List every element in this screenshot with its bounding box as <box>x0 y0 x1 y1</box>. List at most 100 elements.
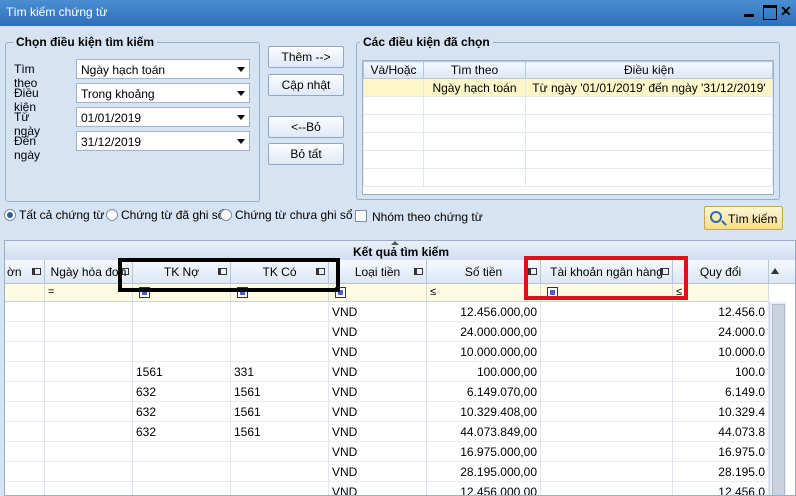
cell-debit-account: 632 <box>133 402 231 422</box>
chevron-down-icon[interactable] <box>233 60 249 78</box>
table-row[interactable]: 1561 331 VND 100.000,00 100.0 <box>5 362 769 382</box>
cell-bank-account <box>541 322 673 342</box>
filter-operator[interactable]: ≤ <box>430 286 436 298</box>
radio-dot[interactable] <box>220 209 232 221</box>
cell-invoice-date <box>45 302 133 322</box>
filter-operator[interactable]: = <box>48 286 54 298</box>
col-search-by[interactable]: Tìm theo <box>423 61 526 79</box>
chevron-down-icon[interactable] <box>233 108 249 126</box>
radio-dot[interactable] <box>4 209 16 221</box>
table-row[interactable]: VND 12.456.000,00 12.456.0 <box>5 302 769 322</box>
cell-voucher <box>5 302 45 322</box>
cell-credit-account <box>231 462 329 482</box>
cell-amount: 44.073.849,00 <box>427 422 541 442</box>
cell-amount: 6.149.070,00 <box>427 382 541 402</box>
close-icon[interactable]: ✕ <box>780 4 794 18</box>
table-row[interactable]: 632 1561 VND 10.329.408,00 10.329.4 <box>5 402 769 422</box>
cell-voucher <box>5 322 45 342</box>
group-by-voucher-label: Nhóm theo chứng từ <box>372 210 483 224</box>
radio-label: Chứng từ đã ghi sổ <box>121 208 225 222</box>
table-row[interactable]: 632 1561 VND 44.073.849,00 44.073.8 <box>5 422 769 442</box>
cell-amount: 28.195.000,00 <box>427 462 541 482</box>
cell-and-or <box>363 78 424 97</box>
condition-dropdown[interactable]: Trong khoảng <box>76 83 250 103</box>
filter-cell[interactable] <box>5 284 45 302</box>
cell-invoice-date <box>45 322 133 342</box>
cell-debit-account: 632 <box>133 422 231 442</box>
remove-all-button[interactable]: Bỏ tất <box>268 143 344 165</box>
selected-conditions-grid[interactable]: Và/Hoặc Tìm theo Điều kiện Ngày hạch toá… <box>362 60 774 195</box>
cell-search-by: Ngày hạch toán <box>423 78 526 97</box>
from-date-picker[interactable]: 01/01/2019 <box>76 107 250 127</box>
cell-currency: VND <box>329 462 427 482</box>
table-row[interactable] <box>363 96 773 115</box>
search-condition-group: Chọn điều kiện tìm kiếm Tìm theo Ngày hạ… <box>5 35 260 202</box>
table-row[interactable] <box>363 168 773 187</box>
collapse-icon[interactable] <box>391 241 399 245</box>
cell-currency: VND <box>329 302 427 322</box>
cell-bank-account <box>541 402 673 422</box>
cell-bank-account <box>541 462 673 482</box>
group-by-voucher-checkbox[interactable] <box>355 210 367 222</box>
table-row[interactable] <box>363 132 773 151</box>
chevron-down-icon[interactable] <box>233 84 249 102</box>
cell-currency: VND <box>329 422 427 442</box>
from-date-value: 01/01/2019 <box>81 111 142 125</box>
pin-icon[interactable] <box>32 268 41 275</box>
table-row[interactable] <box>363 114 773 133</box>
pin-icon[interactable] <box>414 268 423 275</box>
scroll-thumb[interactable] <box>772 304 785 495</box>
window-title: Tìm kiếm chứng từ <box>6 5 108 19</box>
cell-invoice-date <box>45 442 133 462</box>
table-row[interactable] <box>363 150 773 169</box>
cell-voucher <box>5 382 45 402</box>
search-by-value: Ngày hạch toán <box>81 63 166 77</box>
cell-bank-account <box>541 342 673 362</box>
cell-bank-account <box>541 442 673 462</box>
cell-invoice-date <box>45 422 133 442</box>
cell-amount: 16.975.000,00 <box>427 442 541 462</box>
cell-credit-account: 331 <box>231 362 329 382</box>
cell-condition: Từ ngày '01/01/2019' đến ngày '31/12/201… <box>525 78 773 97</box>
chevron-down-icon[interactable] <box>233 132 249 150</box>
col-header-voucher[interactable]: ờn <box>5 260 45 284</box>
minimize-icon[interactable] <box>742 4 756 18</box>
table-row[interactable]: VND 16.975.000,00 16.975.0 <box>5 442 769 462</box>
cell-amount: 24.000.000,00 <box>427 322 541 342</box>
title-bar: Tìm kiếm chứng từ ✕ <box>0 0 796 26</box>
cell-credit-account: 1561 <box>231 402 329 422</box>
col-label: ờn <box>7 265 22 279</box>
table-row[interactable]: 632 1561 VND 6.149.070,00 6.149.0 <box>5 382 769 402</box>
update-condition-button[interactable]: Cập nhật <box>268 74 344 96</box>
scroll-up-icon[interactable] <box>771 268 779 274</box>
maximize-icon[interactable] <box>762 4 777 20</box>
cell-invoice-date <box>45 342 133 362</box>
to-date-picker[interactable]: 31/12/2019 <box>76 131 250 151</box>
cell-converted: 12.456.0 <box>673 482 769 495</box>
table-row[interactable]: VND 24.000.000,00 24.000.0 <box>5 322 769 342</box>
cell-debit-account: 632 <box>133 382 231 402</box>
cell-invoice-date <box>45 362 133 382</box>
add-condition-button[interactable]: Thêm --> <box>268 46 344 68</box>
cell-credit-account <box>231 342 329 362</box>
col-header-currency[interactable]: Loại tiền <box>329 260 427 284</box>
cell-bank-account <box>541 362 673 382</box>
selected-conditions-title: Các điều kiện đã chọn <box>360 35 493 49</box>
vertical-scrollbar[interactable] <box>769 302 786 495</box>
table-row[interactable]: VND 10.000.000,00 10.000.0 <box>5 342 769 362</box>
table-row[interactable]: VND 28.195.000,00 28.195.0 <box>5 462 769 482</box>
remove-condition-button[interactable]: <--Bỏ <box>268 116 344 138</box>
radio-dot[interactable] <box>106 209 118 221</box>
col-and-or[interactable]: Và/Hoặc <box>363 61 424 79</box>
search-by-dropdown[interactable]: Ngày hạch toán <box>76 59 250 79</box>
table-row[interactable]: Ngày hạch toán Từ ngày '01/01/2019' đến … <box>363 78 773 97</box>
search-button[interactable]: Tìm kiếm <box>704 206 783 230</box>
cell-converted: 6.149.0 <box>673 382 769 402</box>
to-date-label: Đến ngày <box>14 134 41 162</box>
filter-cell-currency[interactable] <box>329 284 427 302</box>
col-label: Số tiền <box>464 265 503 279</box>
table-row[interactable]: VND 12.456.000,00 12.456.0 <box>5 482 769 495</box>
search-button-label: Tìm kiếm <box>728 212 778 226</box>
col-condition[interactable]: Điều kiện <box>525 61 773 79</box>
cell-amount: 10.000.000,00 <box>427 342 541 362</box>
